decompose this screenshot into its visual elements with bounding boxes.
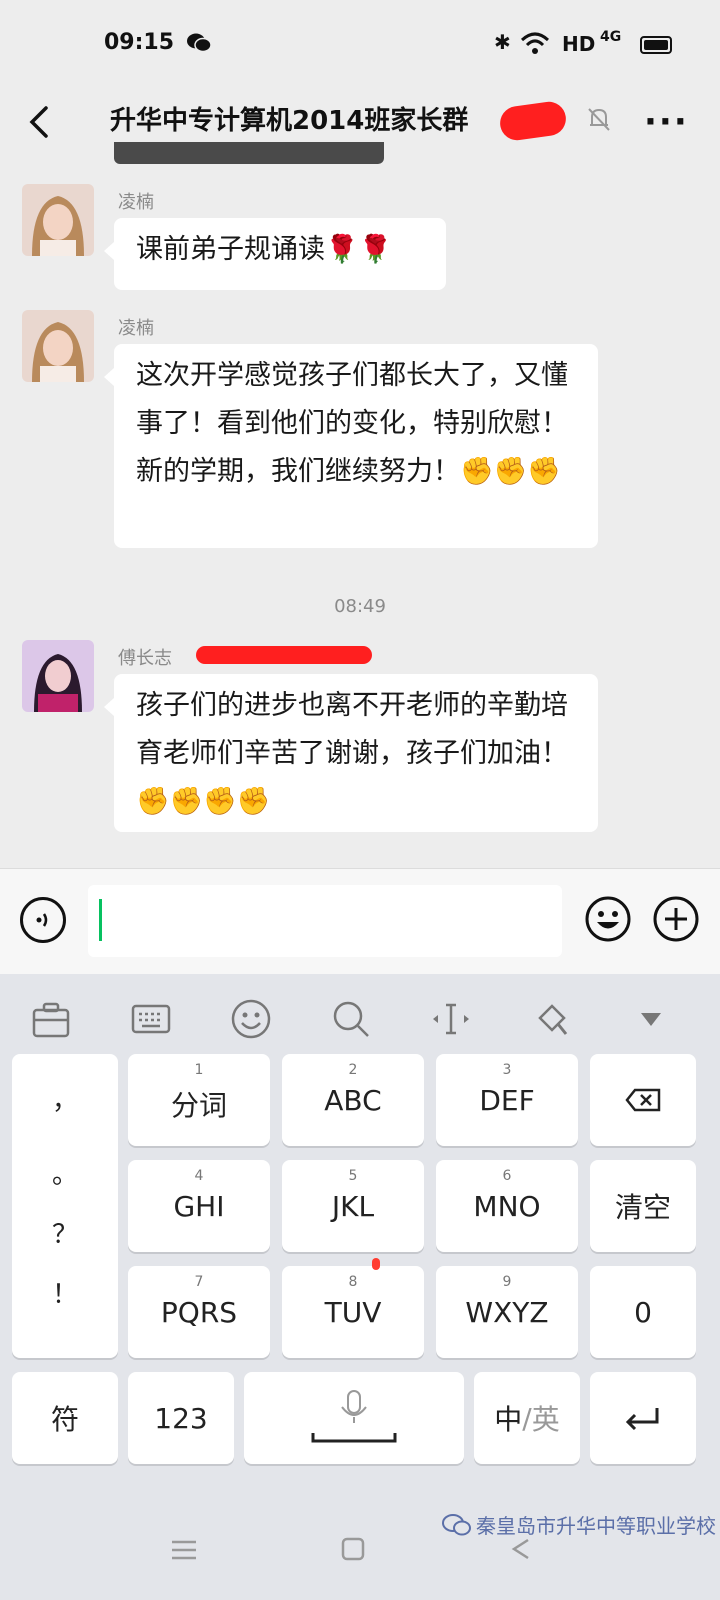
- clear-key[interactable]: 清空: [590, 1160, 696, 1252]
- lang-cn-label: 中: [494, 1403, 523, 1436]
- key-4[interactable]: 4 GHI: [128, 1160, 270, 1252]
- punct-question-key[interactable]: ？: [12, 1214, 118, 1251]
- space-key[interactable]: [244, 1372, 464, 1464]
- key-5[interactable]: 5 JKL: [282, 1160, 424, 1252]
- key-8[interactable]: 8 TUV: [282, 1266, 424, 1358]
- key-number: 5: [348, 1168, 358, 1184]
- redaction-mark: [497, 99, 569, 143]
- key-6[interactable]: 6 MNO: [436, 1160, 578, 1252]
- watermark-text: 秦皇岛市升华中等职业学校: [476, 1514, 716, 1538]
- backspace-icon: [625, 1088, 661, 1112]
- key-2[interactable]: 2 ABC: [282, 1054, 424, 1146]
- plus-icon[interactable]: [652, 895, 700, 943]
- message-bubble[interactable]: 课前弟子规诵读🌹🌹: [104, 218, 446, 290]
- key-label: TUV: [324, 1296, 382, 1329]
- back-nav-icon[interactable]: [508, 1536, 534, 1562]
- sender-name: 傅长志: [118, 648, 172, 669]
- text-cursor: [99, 899, 102, 941]
- key-label: JKL: [331, 1190, 375, 1223]
- key-3[interactable]: 3 DEF: [436, 1054, 578, 1146]
- message-bubble[interactable]: 这次开学感觉孩子们都长大了，又懂事了！看到他们的变化，特别欣慰！新的学期，我们继…: [104, 344, 598, 548]
- key-number: 8: [348, 1274, 358, 1290]
- skin-brush-icon[interactable]: [528, 996, 574, 1042]
- key-9[interactable]: 9 WXYZ: [436, 1266, 578, 1358]
- numbers-key[interactable]: 123: [128, 1372, 234, 1464]
- message-input-bar: [0, 868, 720, 975]
- avatar[interactable]: [22, 640, 94, 712]
- key-label: ABC: [324, 1084, 382, 1117]
- more-options-button[interactable]: ···: [644, 102, 689, 142]
- chat-title: 升华中专计算机2014班家长群: [110, 106, 469, 136]
- message-input[interactable]: [88, 885, 562, 957]
- wifi-icon: [520, 32, 550, 54]
- lang-en-label: 英: [531, 1403, 560, 1436]
- key-0[interactable]: 0: [590, 1266, 696, 1358]
- enter-icon: [625, 1408, 659, 1431]
- backspace-key[interactable]: [590, 1054, 696, 1146]
- punct-period-key[interactable]: 。: [12, 1154, 118, 1191]
- key-7[interactable]: 7 PQRS: [128, 1266, 270, 1358]
- bell-muted-icon: [588, 108, 610, 131]
- status-bar: 09:15 ✱ HD 4G: [0, 0, 720, 88]
- voice-input-icon[interactable]: [20, 897, 66, 943]
- lang-separator: /: [522, 1401, 532, 1435]
- sender-name: 凌楠: [118, 318, 154, 339]
- emoji-icon[interactable]: [584, 895, 632, 943]
- keyboard-layout-icon[interactable]: [128, 996, 174, 1042]
- key-label: GHI: [173, 1190, 225, 1223]
- key-label: PQRS: [160, 1296, 238, 1329]
- key-number: 6: [502, 1168, 512, 1184]
- search-icon[interactable]: [328, 996, 374, 1042]
- message-bubble[interactable]: 孩子们的进步也离不开老师的辛勤培育老师们辛苦了谢谢，孩子们加油！✊✊✊✊: [104, 674, 598, 832]
- key-label: DEF: [479, 1084, 535, 1117]
- key-number: 2: [348, 1062, 358, 1078]
- key-1[interactable]: 1 分词: [128, 1054, 270, 1146]
- collapse-keyboard-icon[interactable]: [628, 996, 674, 1042]
- home-nav-icon[interactable]: [340, 1536, 366, 1562]
- time-separator: 08:49: [334, 596, 386, 617]
- symbols-key[interactable]: 符: [12, 1372, 118, 1464]
- back-arrow-icon[interactable]: [22, 102, 62, 142]
- menu-nav-icon[interactable]: [170, 1538, 198, 1562]
- previous-image-message[interactable]: [114, 142, 384, 164]
- key-number: 3: [502, 1062, 512, 1078]
- network-label: HD: [562, 32, 596, 56]
- cursor-move-icon[interactable]: [428, 996, 474, 1042]
- redaction-mark: [196, 646, 372, 664]
- enter-key[interactable]: [590, 1372, 696, 1464]
- language-toggle-key[interactable]: 中 / 英: [474, 1372, 580, 1464]
- avatar[interactable]: [22, 184, 94, 256]
- key-number: 9: [502, 1274, 512, 1290]
- bluetooth-icon: ✱: [494, 30, 511, 54]
- network-type: 4G: [600, 29, 622, 45]
- punct-exclaim-key[interactable]: ！: [12, 1274, 118, 1311]
- punct-comma-key[interactable]: ，: [12, 1080, 118, 1117]
- key-label: 分词: [170, 1089, 227, 1122]
- battery-icon: [640, 36, 672, 54]
- wechat-icon: [187, 33, 212, 53]
- sender-name: 凌楠: [118, 192, 154, 213]
- key-number: 1: [194, 1062, 204, 1078]
- avatar[interactable]: [22, 310, 94, 382]
- key-number: 7: [194, 1274, 204, 1290]
- key-label: WXYZ: [465, 1296, 549, 1329]
- key-label: MNO: [473, 1190, 541, 1223]
- microphone-icon: [311, 1390, 397, 1443]
- wechat-watermark-icon: [442, 1514, 471, 1536]
- key-number: 4: [194, 1168, 204, 1184]
- toolbox-icon[interactable]: [28, 996, 74, 1042]
- status-time: 09:15: [104, 30, 175, 55]
- emoji-keyboard-icon[interactable]: [228, 996, 274, 1042]
- touch-indicator: [372, 1258, 380, 1270]
- punctuation-key-column[interactable]: ， 。 ？ ！: [12, 1054, 118, 1358]
